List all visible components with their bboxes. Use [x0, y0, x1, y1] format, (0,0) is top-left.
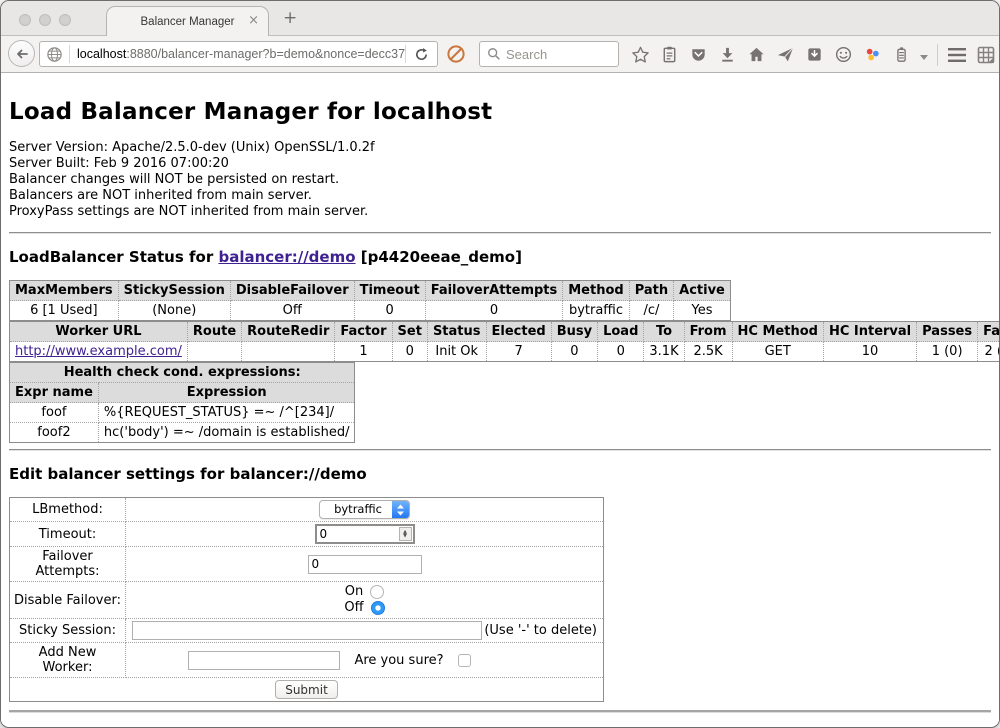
back-button[interactable] — [8, 40, 35, 67]
downloads-icon[interactable] — [717, 45, 737, 65]
add-worker-row: Add New Worker: Are you sure? — [10, 643, 604, 678]
failover-attempts-label: Failover Attempts: — [10, 547, 126, 582]
failover-on-radio[interactable] — [370, 585, 384, 599]
tab-grid-icon[interactable] — [976, 45, 996, 65]
page-title: Load Balancer Manager for localhost — [9, 99, 991, 125]
search-bar[interactable] — [479, 41, 619, 67]
failover-attempts-row: Failover Attempts: — [10, 547, 604, 582]
table-title-row: Health check cond. expressions: — [10, 363, 355, 383]
tab-close-icon[interactable]: × — [248, 13, 259, 29]
are-you-sure-checkbox[interactable] — [458, 654, 471, 667]
number-stepper-icon[interactable]: ▲▼ — [399, 527, 412, 541]
table-header-row: Worker URL Route RouteRedir Factor Set S… — [10, 322, 1000, 342]
off-label: Off — [344, 600, 363, 616]
tab-title: Balancer Manager — [141, 16, 235, 28]
table-row: 6 [1 Used] (None) Off 0 0 bytraffic /c/ … — [10, 301, 731, 321]
balancer-demo-link[interactable]: balancer://demo — [218, 248, 355, 266]
bottom-divider — [9, 710, 991, 713]
disable-failover-label: Disable Failover: — [10, 582, 126, 619]
timeout-label: Timeout: — [10, 522, 126, 547]
minimize-window-button[interactable] — [39, 14, 51, 26]
window-controls — [19, 14, 71, 26]
content-blocker-icon[interactable] — [446, 44, 466, 68]
colored-dots-icon[interactable] — [862, 45, 882, 65]
table-header-row: Expr name Expression — [10, 383, 355, 403]
submit-row: Submit — [10, 678, 604, 702]
add-worker-input[interactable] — [188, 651, 340, 670]
inherit-note-line: Balancers are NOT inherited from main se… — [9, 188, 991, 204]
search-input[interactable] — [506, 47, 606, 62]
page-content: Load Balancer Manager for localhost Serv… — [1, 73, 999, 725]
menu-hamburger-icon[interactable] — [947, 45, 967, 65]
worker-url-link[interactable]: http://www.example.com/ — [15, 344, 182, 359]
select-stepper-icon — [392, 501, 409, 518]
feedback-smiley-icon[interactable] — [833, 45, 853, 65]
reload-button[interactable] — [406, 47, 437, 62]
navigation-bar: localhost:8880/balancer-manager?b=demo&n… — [1, 36, 999, 73]
server-version-line: Server Version: Apache/2.5.0-dev (Unix) … — [9, 140, 991, 156]
divider — [9, 449, 991, 451]
edit-balancer-form: LBmethod: bytraffic Timeout: ▲▼ — [9, 497, 604, 702]
server-info: Server Version: Apache/2.5.0-dev (Unix) … — [9, 140, 991, 220]
table-row: http://www.example.com/ 1 0 Init Ok 7 0 … — [10, 342, 1000, 362]
address-text[interactable]: localhost:8880/balancer-manager?b=demo&n… — [70, 47, 405, 61]
toolbar-divider — [937, 44, 938, 66]
back-icon — [14, 46, 30, 62]
url-bar[interactable]: localhost:8880/balancer-manager?b=demo&n… — [39, 41, 438, 67]
sticky-session-hint: (Use '-' to delete) — [484, 623, 597, 638]
home-icon[interactable] — [746, 45, 766, 65]
lbmethod-select[interactable]: bytraffic — [319, 500, 410, 519]
lbmethod-row: LBmethod: bytraffic — [10, 498, 604, 522]
table-header-row: MaxMembers StickySession DisableFailover… — [10, 281, 731, 301]
new-tab-button[interactable]: + — [283, 10, 297, 27]
reload-icon — [414, 47, 429, 62]
tab-balancer-manager[interactable]: Balancer Manager × — [106, 6, 269, 36]
search-icon — [487, 47, 501, 61]
table-row: foof %{REQUEST_STATUS} =~ /^[234]/ — [10, 403, 355, 423]
zoom-window-button[interactable] — [59, 14, 71, 26]
globe-icon[interactable] — [40, 46, 69, 63]
add-worker-label: Add New Worker: — [10, 643, 126, 678]
status-heading: LoadBalancer Status for balancer://demo … — [9, 248, 991, 266]
persist-note-line: Balancer changes will NOT be persisted o… — [9, 172, 991, 188]
browser-window: Balancer Manager × + localhost:8880/bala… — [0, 0, 1000, 728]
submit-button[interactable]: Submit — [275, 680, 338, 699]
disable-failover-row: Disable Failover: On Off — [10, 582, 604, 619]
clipboard-icon[interactable] — [659, 45, 679, 65]
save-page-icon[interactable] — [804, 45, 824, 65]
timeout-row: Timeout: ▲▼ — [10, 522, 604, 547]
pocket-icon[interactable] — [688, 45, 708, 65]
proxypass-note-line: ProxyPass settings are NOT inherited fro… — [9, 204, 991, 220]
edit-settings-heading: Edit balancer settings for balancer://de… — [9, 465, 991, 483]
close-window-button[interactable] — [19, 14, 31, 26]
failover-off-radio[interactable] — [371, 601, 385, 615]
failover-attempts-input[interactable] — [308, 555, 422, 574]
sticky-session-label: Sticky Session: — [10, 619, 126, 643]
on-label: On — [345, 584, 363, 600]
sticky-session-input[interactable] — [132, 621, 482, 640]
health-check-table: Health check cond. expressions: Expr nam… — [9, 362, 355, 443]
worker-table: Worker URL Route RouteRedir Factor Set S… — [9, 321, 999, 362]
sticky-session-row: Sticky Session: (Use '-' to delete) — [10, 619, 604, 643]
send-icon[interactable] — [775, 45, 795, 65]
tab-bar: Balancer Manager × + — [1, 1, 999, 36]
lbmethod-label: LBmethod: — [10, 498, 126, 522]
server-built-line: Server Built: Feb 9 2016 07:00:20 — [9, 156, 991, 172]
balancer-status-table: MaxMembers StickySession DisableFailover… — [9, 280, 731, 321]
dropdown-caret-icon[interactable] — [920, 45, 928, 64]
battery-icon[interactable] — [891, 45, 911, 65]
divider — [9, 232, 991, 234]
toolbar-icons — [630, 36, 996, 73]
are-you-sure-label: Are you sure? — [354, 653, 443, 668]
table-row: foof2 hc('body') =~ /domain is establish… — [10, 423, 355, 443]
bookmark-star-icon[interactable] — [630, 45, 650, 65]
